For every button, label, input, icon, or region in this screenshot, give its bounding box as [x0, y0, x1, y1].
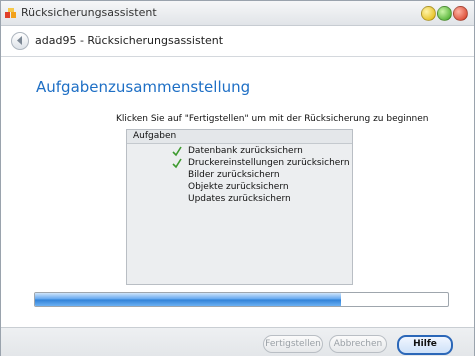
back-arrow-icon: [17, 36, 22, 45]
task-label: Bilder zurücksichern: [188, 170, 280, 180]
task-label: Updates zurücksichern: [188, 194, 291, 204]
finish-button[interactable]: Fertigstellen: [263, 335, 323, 353]
checkmark-icon: [172, 158, 182, 169]
progress-fill: [35, 293, 341, 306]
task-list: Aufgaben Datenbank zurücksichern Druckere…: [126, 129, 353, 285]
help-button[interactable]: Hilfe: [397, 335, 453, 355]
window-title: Rücksicherungsassistent: [21, 6, 157, 19]
minimize-button[interactable]: [421, 6, 436, 21]
task-list-header-label: Aufgaben: [133, 131, 177, 141]
task-item: Objekte zurücksichern: [127, 182, 352, 194]
title-bar[interactable]: Rücksicherungsassistent: [1, 1, 474, 26]
wizard-window: Rücksicherungsassistent adad95 - Rücksic…: [0, 0, 475, 356]
back-button[interactable]: [11, 32, 29, 50]
task-label: Datenbank zurücksichern: [188, 146, 303, 156]
task-item: Datenbank zurücksichern: [127, 146, 352, 158]
close-button[interactable]: [453, 6, 468, 21]
instruction-text: Klicken Sie auf "Fertigstellen" um mit d…: [116, 114, 429, 124]
nav-title: adad95 - Rücksicherungsassistent: [35, 34, 224, 47]
task-label: Druckereinstellungen zurücksichern: [188, 158, 350, 168]
task-list-header: Aufgaben: [127, 130, 352, 144]
task-item: Updates zurücksichern: [127, 194, 352, 206]
task-label: Objekte zurücksichern: [188, 182, 289, 192]
progress-bar: [34, 292, 449, 307]
task-item: Bilder zurücksichern: [127, 170, 352, 182]
app-icon: [5, 8, 16, 18]
task-item: Druckereinstellungen zurücksichern: [127, 158, 352, 170]
cancel-button[interactable]: Abbrechen: [329, 335, 387, 353]
navigation-bar: adad95 - Rücksicherungsassistent: [1, 26, 474, 57]
maximize-button[interactable]: [437, 6, 452, 21]
checkmark-icon: [172, 146, 182, 157]
page-title: Aufgabenzusammenstellung: [36, 78, 251, 96]
